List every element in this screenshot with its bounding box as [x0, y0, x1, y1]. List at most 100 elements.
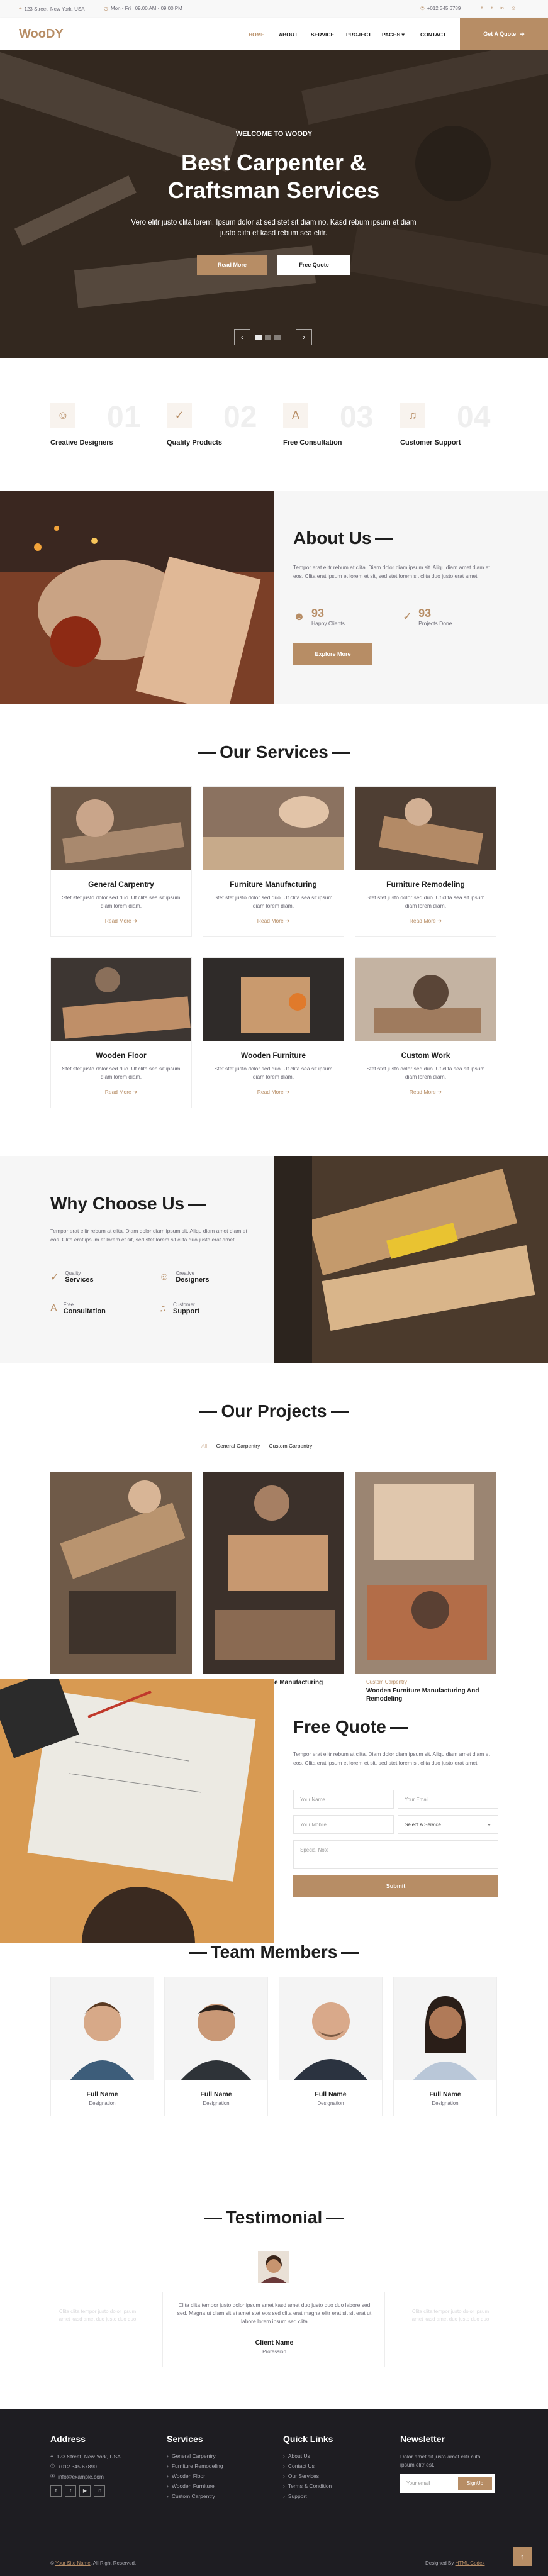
footer-service-link[interactable]: › Wooden Floor	[167, 2473, 205, 2479]
hero-overlay	[0, 50, 548, 358]
member-role: Designation	[89, 2101, 116, 2106]
headphones-icon: ♫	[400, 402, 425, 428]
filter-custom-carpentry[interactable]: Custom Carpentry	[269, 1443, 312, 1449]
feature-label: Free Consultation	[283, 439, 342, 447]
nav-about[interactable]: ABOUT	[279, 31, 298, 38]
name-input[interactable]: Your Name	[293, 1790, 394, 1809]
special-note-textarea[interactable]: Special Note	[293, 1840, 498, 1869]
nav-project[interactable]: PROJECT	[346, 31, 371, 38]
footer-quick-link[interactable]: › Our Services	[283, 2473, 319, 2479]
testimonial-side-card[interactable]: Clita clita tempor justo dolor ipsum ame…	[410, 2280, 510, 2362]
member-name: Full Name	[200, 2090, 232, 2098]
footer-quick-link[interactable]: › Support	[283, 2493, 307, 2499]
carousel-next-button[interactable]: ›	[296, 329, 312, 345]
explore-more-button[interactable]: Explore More	[293, 643, 372, 665]
service-desc: Stet stet justo dolor sed duo. Ut clita …	[214, 894, 333, 909]
service-card-furniture-manufacturing[interactable]: Furniture Manufacturing Stet stet justo …	[203, 786, 344, 937]
footer-quick-link[interactable]: › Contact Us	[283, 2463, 315, 2469]
read-more-label: Read More	[104, 1089, 131, 1095]
nav-pages[interactable]: PAGES ▾	[382, 31, 405, 38]
topbar-phone-text: +012 345 6789	[427, 6, 461, 11]
nav-home[interactable]: HOME	[249, 31, 265, 38]
facebook-icon[interactable]: f	[65, 2485, 76, 2497]
twitter-icon[interactable]: t	[50, 2485, 62, 2497]
team-member-card[interactable]: Full Name Designation	[164, 1977, 268, 2116]
hero-read-more-button[interactable]: Read More	[197, 255, 267, 275]
designer-link[interactable]: HTML Codex	[456, 2560, 485, 2566]
project-image[interactable]	[50, 1472, 192, 1674]
email-input[interactable]: Your Email	[398, 1790, 498, 1809]
testimonial-side-card[interactable]: Clita clita tempor justo dolor ipsum ame…	[38, 2280, 138, 2362]
footer-quick-link[interactable]: › Terms & Condition	[283, 2483, 332, 2489]
project-image[interactable]	[203, 1472, 344, 1674]
site-name-link[interactable]: Your Site Name	[55, 2560, 91, 2566]
mobile-input[interactable]: Your Mobile	[293, 1815, 394, 1834]
twitter-icon[interactable]: t	[488, 5, 496, 13]
service-select[interactable]: Select A Service ⌄	[398, 1815, 498, 1834]
filter-all[interactable]: All	[201, 1443, 207, 1449]
carousel-dot[interactable]	[255, 335, 262, 340]
carousel-dot[interactable]	[265, 335, 271, 340]
footer-quick-link[interactable]: › About Us	[283, 2453, 310, 2459]
testimonial-side-text: Clita clita tempor justo dolor ipsum ame…	[411, 2309, 489, 2322]
testimonial-text: Clita clita tempor justo dolor ipsum ame…	[177, 2302, 372, 2324]
service-card-wooden-furniture[interactable]: Wooden Furniture Stet stet justo dolor s…	[203, 957, 344, 1108]
service-card-custom-work[interactable]: Custom Work Stet stet justo dolor sed du…	[355, 957, 496, 1108]
hero-free-quote-button[interactable]: Free Quote	[277, 255, 350, 275]
brand-logo[interactable]: WooDY	[19, 27, 64, 42]
carousel-prev-button[interactable]: ‹	[234, 329, 250, 345]
read-more-link[interactable]: Read More ➔	[203, 918, 344, 924]
submit-button[interactable]: Submit	[293, 1875, 498, 1897]
nav-contact[interactable]: CONTACT	[420, 31, 446, 38]
service-card-general-carpentry[interactable]: General Carpentry Stet stet justo dolor …	[50, 786, 192, 937]
footer-service-link[interactable]: › General Carpentry	[167, 2453, 216, 2459]
project-image[interactable]	[355, 1472, 496, 1674]
footer-address: ⌖ 123 Street, New York, USA	[50, 2453, 121, 2460]
about-section: About Us Tempor erat elitr rebum at clit…	[0, 491, 548, 704]
service-image	[51, 958, 191, 1041]
member-name: Full Name	[429, 2090, 461, 2098]
read-more-link[interactable]: Read More ➔	[355, 1089, 496, 1096]
instagram-icon[interactable]: ◎	[510, 5, 517, 13]
why-title: Why Choose Us	[50, 1194, 210, 1214]
signup-button[interactable]: SignUp	[458, 2477, 492, 2490]
hero-subtitle: Vero elitr justo clita lorem. Ipsum dolo…	[131, 219, 417, 237]
chevron-right-icon: ›	[167, 2463, 169, 2469]
nav-service[interactable]: SERVICE	[311, 31, 334, 38]
team-member-card[interactable]: Full Name Designation	[393, 1977, 497, 2116]
service-desc: Stet stet justo dolor sed duo. Ut clita …	[62, 1065, 181, 1080]
topbar-hours: ◷ Mon - Fri : 09.00 AM - 09.00 PM	[104, 6, 182, 11]
newsletter-email-input[interactable]: Your email	[406, 2480, 430, 2486]
get-a-quote-button[interactable]: Get A Quote ➔	[460, 18, 548, 50]
quote-image	[0, 1679, 274, 1943]
read-more-link[interactable]: Read More ➔	[203, 1089, 344, 1096]
carousel-dot[interactable]	[274, 335, 281, 340]
designer-icon: ☺	[159, 1271, 170, 1282]
footer-service-link[interactable]: › Custom Carpentry	[167, 2493, 215, 2499]
youtube-icon[interactable]: ▶	[79, 2485, 91, 2497]
service-card-wooden-floor[interactable]: Wooden Floor Stet stet justo dolor sed d…	[50, 957, 192, 1108]
footer-service-link[interactable]: › Furniture Remodeling	[167, 2463, 223, 2469]
facebook-icon[interactable]: f	[478, 5, 486, 13]
service-title: Custom Work	[401, 1051, 450, 1060]
linkedin-icon[interactable]: in	[94, 2485, 105, 2497]
filter-general-carpentry[interactable]: General Carpentry	[216, 1443, 260, 1449]
read-more-link[interactable]: Read More ➔	[355, 918, 496, 924]
back-to-top-button[interactable]: ↑	[513, 2547, 532, 2566]
chevron-right-icon: ›	[283, 2483, 285, 2489]
read-more-link[interactable]: Read More ➔	[51, 918, 191, 924]
chevron-right-icon: ›	[167, 2453, 169, 2459]
linkedin-icon[interactable]: in	[498, 5, 506, 13]
read-more-link[interactable]: Read More ➔	[51, 1089, 191, 1096]
footer-address-text: 123 Street, New York, USA	[56, 2453, 121, 2460]
hero-carousel: WELCOME TO WOODY Best Carpenter & Crafts…	[0, 50, 548, 358]
footer-links-title: Quick Links	[283, 2434, 333, 2444]
footer-email: ✉ info@example.com	[50, 2473, 104, 2480]
footer-service-link[interactable]: › Wooden Furniture	[167, 2483, 215, 2489]
service-card-furniture-remodeling[interactable]: Furniture Remodeling Stet stet justo dol…	[355, 786, 496, 937]
drafting-compass-icon: A	[50, 1302, 57, 1314]
stat-number: 93	[418, 607, 432, 619]
team-member-card[interactable]: Full Name Designation	[279, 1977, 383, 2116]
arrow-right-icon: ➔	[133, 918, 138, 924]
team-member-card[interactable]: Full Name Designation	[50, 1977, 154, 2116]
